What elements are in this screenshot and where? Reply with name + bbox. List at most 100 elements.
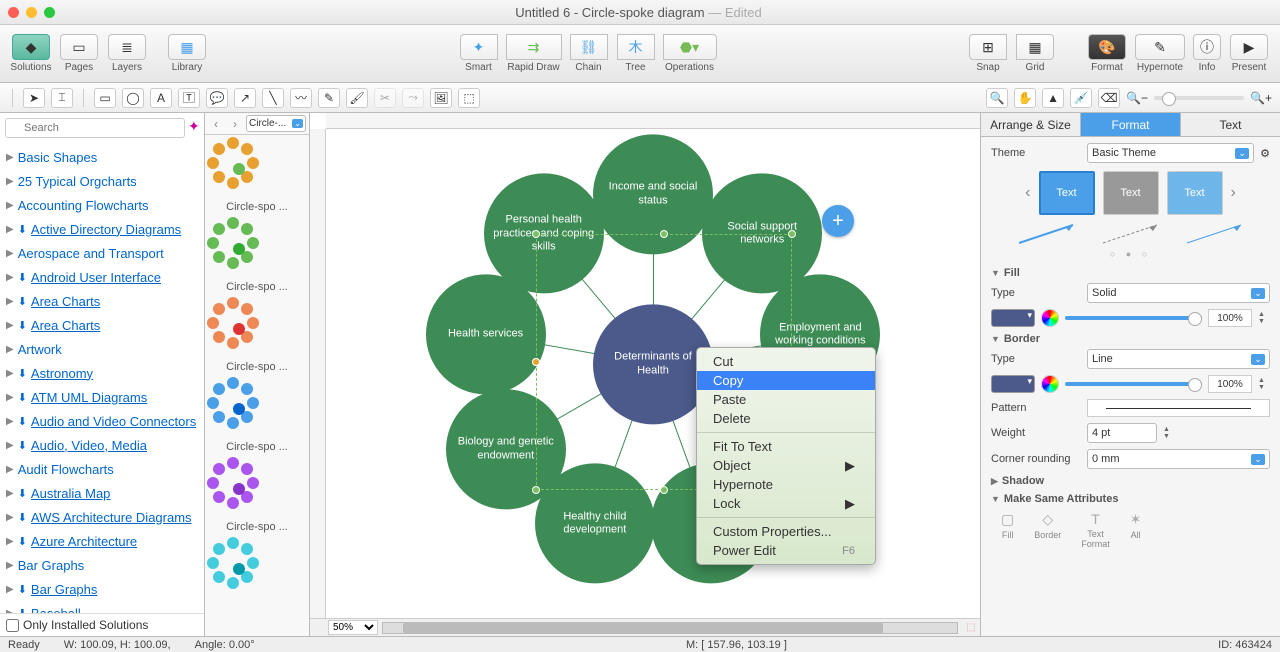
brush-tool[interactable]: 🖌 bbox=[346, 88, 368, 108]
line-tool[interactable]: ╲ bbox=[262, 88, 284, 108]
grid-button[interactable]: ▦Grid bbox=[1012, 34, 1058, 73]
zoom-out-icon[interactable]: 🔍− bbox=[1126, 91, 1148, 105]
shapes-dropdown[interactable]: Circle-...⌄ bbox=[246, 115, 306, 132]
weight-stepper[interactable]: ▲▼ bbox=[1163, 426, 1175, 440]
shape-library-item[interactable]: Circle-spo ... bbox=[209, 219, 305, 293]
h-scrollbar[interactable] bbox=[382, 622, 958, 634]
style-swatch-1[interactable]: Text bbox=[1039, 171, 1095, 215]
solution-item[interactable]: ▶⬇ATM UML Diagrams bbox=[6, 385, 198, 409]
fill-type-select[interactable]: Solid⌄ bbox=[1087, 283, 1270, 303]
library-button[interactable]: ▦Library bbox=[164, 34, 210, 73]
corner-select[interactable]: 0 mm⌄ bbox=[1087, 449, 1270, 469]
ctx-custom-properties[interactable]: Custom Properties... bbox=[697, 522, 875, 541]
solution-item[interactable]: ▶⬇Astronomy bbox=[6, 361, 198, 385]
search-input[interactable] bbox=[5, 118, 185, 138]
border-opacity-stepper[interactable]: ▲▼ bbox=[1258, 377, 1270, 391]
layers-button[interactable]: ≣Layers bbox=[104, 34, 150, 73]
zoom-tool[interactable]: 🔍 bbox=[986, 88, 1008, 108]
fill-opacity-value[interactable]: 100% bbox=[1208, 309, 1252, 327]
shape-library-item[interactable]: Circle-spo ... bbox=[209, 379, 305, 453]
solution-item[interactable]: ▶Aerospace and Transport bbox=[6, 241, 198, 265]
ctx-power-edit[interactable]: Power EditF6 bbox=[697, 541, 875, 560]
shape-library-item[interactable]: Circle-spo ... bbox=[209, 139, 305, 213]
tree-button[interactable]: ⽊Tree bbox=[613, 34, 659, 73]
solution-item[interactable]: ▶⬇Area Charts bbox=[6, 313, 198, 337]
theme-select[interactable]: Basic Theme⌄ bbox=[1087, 143, 1254, 163]
solution-item[interactable]: ▶Basic Shapes bbox=[6, 145, 198, 169]
zoom-slider[interactable] bbox=[1154, 96, 1244, 100]
arrow-style-2[interactable] bbox=[1101, 223, 1161, 245]
fill-opacity-stepper[interactable]: ▲▼ bbox=[1258, 311, 1270, 325]
shape-library-item[interactable]: Circle-spo ... bbox=[209, 459, 305, 533]
zoom-select[interactable]: 50% bbox=[328, 620, 378, 635]
tab-format[interactable]: Format bbox=[1081, 113, 1181, 136]
solution-item[interactable]: ▶25 Typical Orgcharts bbox=[6, 169, 198, 193]
solution-item[interactable]: ▶⬇Baseball bbox=[6, 601, 198, 613]
border-color[interactable] bbox=[991, 375, 1035, 393]
border-opacity-value[interactable]: 100% bbox=[1208, 375, 1252, 393]
solution-item[interactable]: ▶⬇Android User Interface bbox=[6, 265, 198, 289]
textbox-tool[interactable]: 🅃 bbox=[178, 88, 200, 108]
operations-button[interactable]: ⬣▾Operations bbox=[660, 34, 720, 73]
ctx-fit-to-text[interactable]: Fit To Text bbox=[697, 437, 875, 456]
chain-button[interactable]: ⛓Chain bbox=[566, 34, 612, 73]
fill-section[interactable]: Fill bbox=[991, 267, 1270, 279]
pattern-select[interactable] bbox=[1087, 399, 1270, 417]
canvas[interactable]: Income and social statusSocial support n… bbox=[326, 129, 980, 618]
weight-input[interactable]: 4 pt bbox=[1087, 423, 1157, 443]
eyedropper-tool[interactable]: 💉 bbox=[1070, 88, 1092, 108]
border-color-wheel-icon[interactable] bbox=[1041, 375, 1059, 393]
maximize-window-icon[interactable] bbox=[44, 7, 55, 18]
pencil-tool[interactable]: ✎ bbox=[318, 88, 340, 108]
ctx-delete[interactable]: Delete bbox=[697, 409, 875, 428]
same-fill-button[interactable]: ▢Fill bbox=[1001, 511, 1014, 549]
border-type-select[interactable]: Line⌄ bbox=[1087, 349, 1270, 369]
solution-item[interactable]: ▶⬇Azure Architecture bbox=[6, 529, 198, 553]
smart-button[interactable]: ✦Smart bbox=[456, 34, 502, 73]
ctx-paste[interactable]: Paste bbox=[697, 390, 875, 409]
same-attributes-section[interactable]: Make Same Attributes bbox=[991, 493, 1270, 505]
arrow-style-1[interactable] bbox=[1017, 223, 1077, 245]
border-section[interactable]: Border bbox=[991, 333, 1270, 345]
ctx-cut[interactable]: Cut bbox=[697, 352, 875, 371]
solution-item[interactable]: ▶Artwork bbox=[6, 337, 198, 361]
style-swatch-3[interactable]: Text bbox=[1167, 171, 1223, 215]
solution-item[interactable]: ▶⬇Area Charts bbox=[6, 289, 198, 313]
tab-text[interactable]: Text bbox=[1181, 113, 1280, 136]
solution-item[interactable]: ▶⬇AWS Architecture Diagrams bbox=[6, 505, 198, 529]
solution-item[interactable]: ▶⬇Audio, Video, Media bbox=[6, 433, 198, 457]
same-text-format-button[interactable]: TText Format bbox=[1081, 511, 1110, 549]
join-tool[interactable]: ⤳ bbox=[402, 88, 424, 108]
solution-item[interactable]: ▶⬇Australia Map bbox=[6, 481, 198, 505]
hand-tool[interactable]: ✋ bbox=[1014, 88, 1036, 108]
ctx-hypernote[interactable]: Hypernote bbox=[697, 475, 875, 494]
arrow-style-3[interactable] bbox=[1185, 223, 1245, 245]
ctx-lock[interactable]: Lock▶ bbox=[697, 494, 875, 513]
warning-icon[interactable]: ⬚ bbox=[962, 622, 980, 633]
ellipse-tool[interactable]: ◯ bbox=[122, 88, 144, 108]
style-prev-icon[interactable]: ‹ bbox=[1025, 184, 1030, 202]
border-opacity-slider[interactable] bbox=[1065, 382, 1202, 386]
fill-opacity-slider[interactable] bbox=[1065, 316, 1202, 320]
format-button[interactable]: 🎨Format bbox=[1084, 34, 1130, 73]
arrow-tool[interactable]: ↗ bbox=[234, 88, 256, 108]
ctx-copy[interactable]: Copy bbox=[697, 371, 875, 390]
shape-library-item[interactable]: Circle-spo ... bbox=[209, 299, 305, 373]
favorites-icon[interactable]: ✦ bbox=[188, 118, 200, 138]
info-button[interactable]: ⓘInfo bbox=[1190, 34, 1224, 73]
gear-icon[interactable]: ⚙ bbox=[1260, 147, 1270, 160]
color-wheel-icon[interactable] bbox=[1041, 309, 1059, 327]
solution-item[interactable]: ▶⬇Bar Graphs bbox=[6, 577, 198, 601]
shapes-back-icon[interactable]: ‹ bbox=[208, 117, 224, 131]
minimize-window-icon[interactable] bbox=[26, 7, 37, 18]
crop-tool[interactable]: ⬚ bbox=[458, 88, 480, 108]
style-next-icon[interactable]: › bbox=[1231, 184, 1236, 202]
close-window-icon[interactable] bbox=[8, 7, 19, 18]
diagram-node[interactable]: Health services bbox=[426, 274, 546, 394]
hypernote-button[interactable]: ✎Hypernote bbox=[1132, 34, 1188, 73]
rapid-draw-button[interactable]: ⇉Rapid Draw bbox=[503, 34, 565, 73]
pointer-tool[interactable]: ➤ bbox=[23, 88, 45, 108]
eraser-tool[interactable]: ⌫ bbox=[1098, 88, 1120, 108]
only-installed-checkbox[interactable]: Only Installed Solutions bbox=[0, 613, 204, 636]
solution-item[interactable]: ▶⬇Active Directory Diagrams bbox=[6, 217, 198, 241]
